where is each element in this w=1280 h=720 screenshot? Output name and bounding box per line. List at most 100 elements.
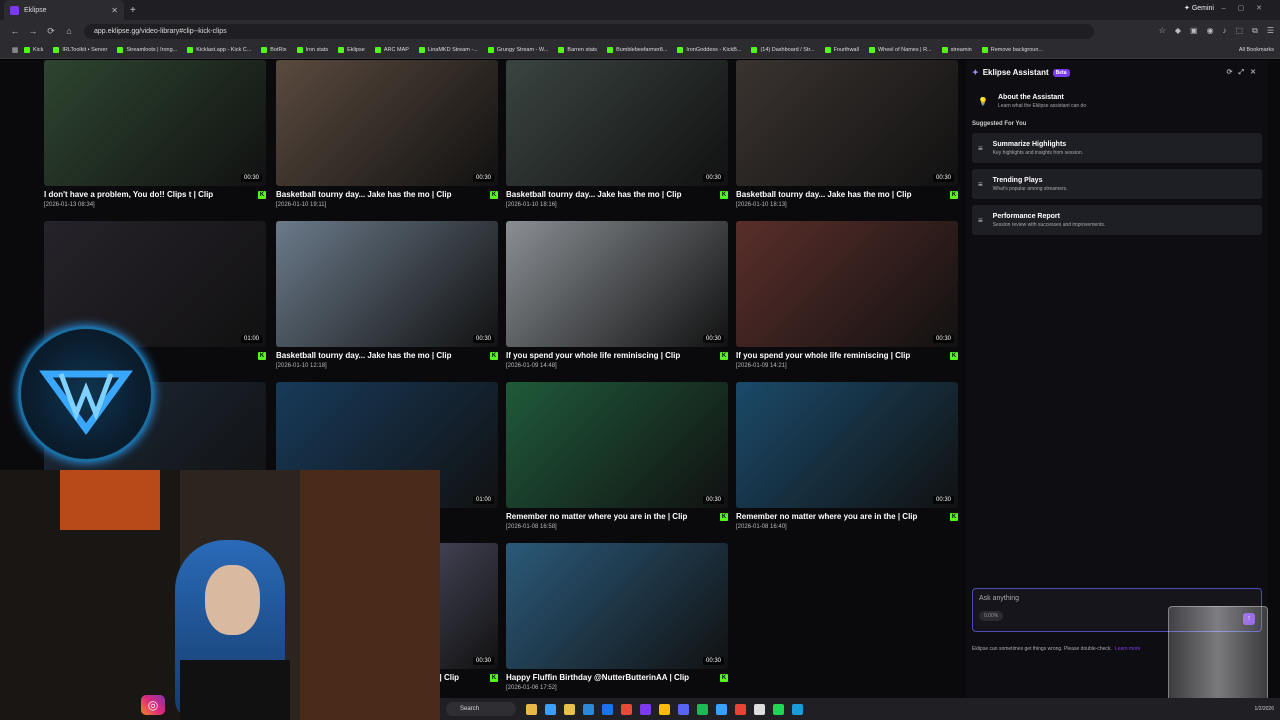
kick-icon: K bbox=[490, 190, 498, 199]
window-controls[interactable]: –▢✕ bbox=[1222, 4, 1274, 12]
back-icon[interactable]: ← bbox=[6, 26, 24, 36]
reload-icon[interactable]: ⟳ bbox=[42, 26, 60, 37]
browser-tab[interactable]: Eklipse ✕ bbox=[4, 0, 124, 20]
clip-thumbnail[interactable]: 00:30 bbox=[506, 60, 728, 186]
bookmark-favicon-icon bbox=[941, 47, 948, 53]
learn-more-link[interactable]: Learn more bbox=[1115, 646, 1141, 652]
new-tab-icon[interactable]: + bbox=[130, 5, 136, 16]
taskbar-app-icon[interactable] bbox=[602, 703, 613, 715]
clip-duration: 00:30 bbox=[702, 174, 724, 182]
forward-icon[interactable]: → bbox=[24, 26, 42, 36]
streamer-face bbox=[205, 565, 260, 635]
taskbar-app-icon[interactable] bbox=[735, 703, 746, 715]
clip-thumbnail[interactable]: 00:30 bbox=[736, 382, 958, 508]
bookmark-item[interactable]: IRLToolkit • Server bbox=[53, 47, 107, 53]
close-tab-icon[interactable]: ✕ bbox=[111, 6, 118, 15]
bookmark-item[interactable]: ARC MAP bbox=[374, 47, 409, 53]
assistant-window-controls[interactable]: ⟳⤢✕ bbox=[1227, 68, 1262, 77]
taskbar-app-icon[interactable] bbox=[697, 703, 708, 715]
clip-card[interactable]: 00:30 Remember no matter where you are in… bbox=[736, 382, 958, 530]
clip-title-row: If you spend your whole life reminiscing… bbox=[506, 351, 728, 360]
taskbar-app-icon[interactable] bbox=[526, 703, 537, 715]
clip-title[interactable]: Remember no matter where you are in the … bbox=[506, 512, 687, 521]
clip-title[interactable]: Basketball tourny day... Jake has the mo… bbox=[276, 351, 451, 360]
clip-title[interactable]: Happy Fluffin Birthday @NutterButterinAA… bbox=[506, 673, 689, 682]
clip-thumbnail[interactable]: 00:30 bbox=[506, 543, 728, 669]
all-bookmarks-link[interactable]: All Bookmarks bbox=[1239, 47, 1274, 53]
clip-duration: 00:30 bbox=[472, 657, 494, 665]
bookmark-item[interactable]: Kicklast.app - Kick C... bbox=[187, 47, 251, 53]
bookmark-item[interactable]: Streamloots | Irong... bbox=[117, 47, 177, 53]
bookmark-item[interactable]: IronGoddess - KickB... bbox=[677, 47, 741, 53]
suggestion-card[interactable]: ≡ Performance Report Session review with s… bbox=[972, 205, 1262, 235]
clip-thumbnail[interactable]: 00:30 bbox=[506, 221, 728, 347]
bookmark-item[interactable]: streamin bbox=[941, 47, 972, 53]
taskbar-app-icon[interactable] bbox=[659, 703, 670, 715]
clip-card[interactable]: 00:30 Basketball tourny day... Jake has t… bbox=[506, 60, 728, 208]
bookmark-item[interactable]: Fourthwall bbox=[824, 47, 859, 53]
clip-title[interactable]: If you spend your whole life reminiscing… bbox=[736, 351, 910, 360]
taskbar-app-icon[interactable] bbox=[545, 703, 556, 715]
bookmark-item[interactable]: BotRix bbox=[261, 47, 287, 53]
door bbox=[300, 470, 440, 720]
clip-thumbnail[interactable]: 00:30 bbox=[506, 382, 728, 508]
clip-title-row: I don't have a problem, You do!! Clips t… bbox=[44, 190, 266, 199]
clip-card[interactable]: 00:30 If you spend your whole life remini… bbox=[736, 221, 958, 369]
clip-card[interactable]: 00:30 Basketball tourny day... Jake has t… bbox=[276, 221, 498, 369]
poster bbox=[60, 470, 160, 530]
clip-card[interactable]: 00:30 I don't have a problem, You do!! Cl… bbox=[44, 60, 266, 208]
clip-title-row: If you spend your whole life reminiscing… bbox=[736, 351, 958, 360]
taskbar-app-icon[interactable] bbox=[621, 703, 632, 715]
suggestion-card[interactable]: ≡ Summarize Highlights Key highlights and … bbox=[972, 133, 1262, 163]
gemini-label: Gemini bbox=[1191, 5, 1214, 12]
taskbar-app-icon[interactable] bbox=[792, 703, 803, 715]
gemini-button[interactable]: ✦ Gemini bbox=[1184, 4, 1214, 12]
ask-placeholder: Ask anything bbox=[979, 595, 1020, 602]
taskbar-app-icon[interactable] bbox=[640, 703, 651, 715]
clip-thumbnail[interactable]: 00:30 bbox=[276, 60, 498, 186]
bookmark-item[interactable]: Remove backgroun... bbox=[981, 47, 1043, 53]
clip-title[interactable]: Basketball tourny day... Jake has the mo… bbox=[506, 190, 681, 199]
bookmark-favicon-icon bbox=[487, 47, 494, 53]
clip-title[interactable]: I don't have a problem, You do!! Clips t… bbox=[44, 190, 213, 199]
taskbar-app-icon[interactable] bbox=[564, 703, 575, 715]
bookmark-item[interactable]: Eklipse bbox=[338, 47, 365, 53]
clip-card[interactable]: 00:30 Basketball tourny day... Jake has t… bbox=[276, 60, 498, 208]
clip-title[interactable]: Basketball tourny day... Jake has the mo… bbox=[736, 190, 911, 199]
clip-card[interactable]: 00:30 If you spend your whole life remini… bbox=[506, 221, 728, 369]
home-icon[interactable]: ⌂ bbox=[60, 26, 78, 36]
clip-thumbnail[interactable]: 00:30 bbox=[736, 221, 958, 347]
extension-icons[interactable]: ☆ ◆ ▣ ◉ ♪ ⬚ ⧉ ☰ bbox=[1159, 26, 1274, 36]
address-bar[interactable]: app.eklipse.gg/video-library#clip--kick-… bbox=[84, 23, 1094, 39]
bookmark-favicon-icon bbox=[296, 47, 303, 53]
apps-icon[interactable]: ▦ bbox=[6, 46, 24, 54]
clip-thumbnail[interactable]: 00:30 bbox=[736, 60, 958, 186]
clip-card[interactable]: 00:30 Remember no matter where you are in… bbox=[506, 382, 728, 530]
clip-title[interactable]: Remember no matter where you are in the … bbox=[736, 512, 917, 521]
clip-card[interactable]: 00:30 Happy Fluffin Birthday @NutterButte… bbox=[506, 543, 728, 691]
taskbar-search[interactable]: Search bbox=[446, 702, 516, 716]
taskbar-app-icon[interactable] bbox=[754, 703, 765, 715]
clip-title[interactable]: If you spend your whole life reminiscing… bbox=[506, 351, 680, 360]
suggestion-card[interactable]: ≡ Trending Plays What's popular among stre… bbox=[972, 169, 1262, 199]
taskbar-app-icon[interactable] bbox=[716, 703, 727, 715]
bookmark-item[interactable]: Bumblebeefarmer8... bbox=[607, 47, 667, 53]
bookmark-item[interactable]: Kick bbox=[24, 47, 43, 53]
taskbar-app-icon[interactable] bbox=[583, 703, 594, 715]
clip-duration: 00:30 bbox=[472, 174, 494, 182]
bookmark-label: Iron stats bbox=[305, 47, 329, 53]
about-assistant-item[interactable]: 💡 About the Assistant Learn what the Ekl… bbox=[972, 87, 1262, 115]
clip-card[interactable]: 00:30 Basketball tourny day... Jake has t… bbox=[736, 60, 958, 208]
bookmark-item[interactable]: Wheel of Names | R... bbox=[868, 47, 932, 53]
taskbar-app-icon[interactable] bbox=[678, 703, 689, 715]
clip-title[interactable]: Basketball tourny day... Jake has the mo… bbox=[276, 190, 451, 199]
bookmark-favicon-icon bbox=[261, 47, 268, 53]
bookmark-item[interactable]: Barren stats bbox=[558, 47, 597, 53]
clip-thumbnail[interactable]: 00:30 bbox=[44, 60, 266, 186]
taskbar-app-icon[interactable] bbox=[773, 703, 784, 715]
bookmark-item[interactable]: (14) Dashboard / Str... bbox=[751, 47, 815, 53]
clip-thumbnail[interactable]: 00:30 bbox=[276, 221, 498, 347]
bookmark-item[interactable]: LinaMKD Stream -... bbox=[418, 47, 478, 53]
bookmark-item[interactable]: Grungy Stream - W... bbox=[487, 47, 548, 53]
bookmark-item[interactable]: Iron stats bbox=[296, 47, 329, 53]
